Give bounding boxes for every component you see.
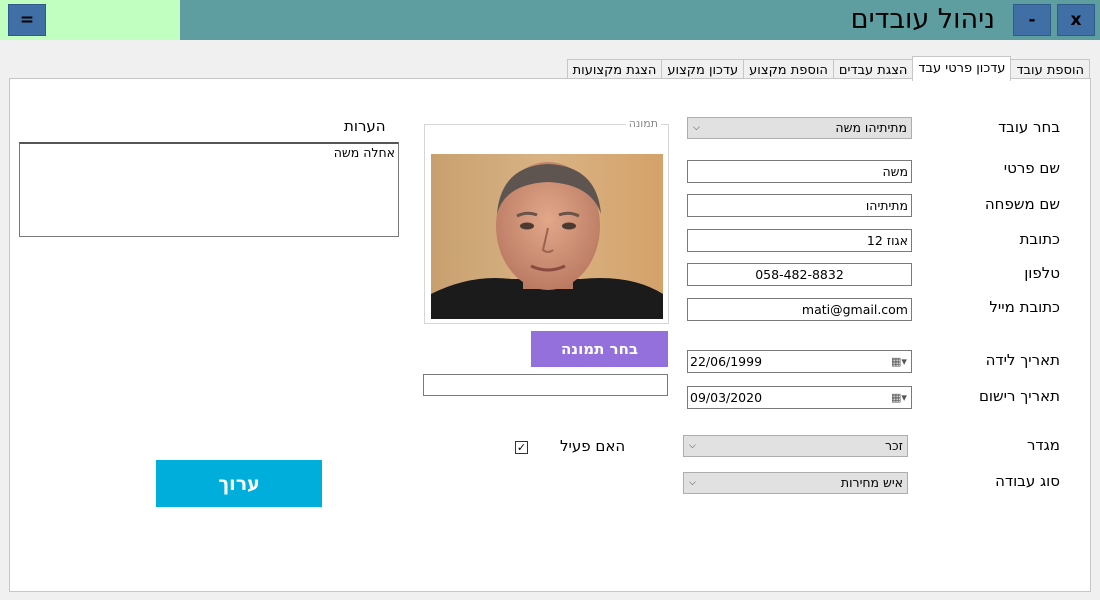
gender-label: מגדר bbox=[1026, 436, 1060, 454]
birth-date-value: 22/06/1999 bbox=[690, 354, 763, 369]
last-name-label: שם משפחה bbox=[984, 195, 1060, 213]
title-bar: = ניהול עובדים - x bbox=[0, 0, 1100, 40]
choose-photo-button[interactable]: בחר תמונה bbox=[531, 331, 668, 367]
app-title: ניהול עובדים bbox=[850, 4, 995, 35]
first-name-label: שם פרטי bbox=[1003, 159, 1060, 177]
checkbox-icon: ✓ bbox=[516, 441, 527, 454]
address-label: כתובת bbox=[1019, 230, 1060, 248]
photo-group: תמונה bbox=[424, 117, 669, 324]
chevron-down-icon: ⌵ bbox=[693, 123, 700, 133]
birth-date-label: תאריך לידה bbox=[985, 351, 1060, 369]
birth-date-picker[interactable]: 22/06/1999 ▦▾ bbox=[687, 350, 912, 373]
close-button[interactable]: x bbox=[1057, 4, 1095, 36]
active-label: האם פעיל bbox=[560, 437, 626, 455]
phone-label: טלפון bbox=[1024, 264, 1060, 282]
phone-input[interactable]: 058-482-8832 bbox=[687, 263, 912, 286]
email-label: כתובת מייל bbox=[989, 298, 1060, 316]
email-input[interactable]: mati@gmail.com bbox=[687, 298, 912, 321]
tab-panel: בחר עובד שם פרטי שם משפחה כתובת טלפון כת… bbox=[9, 78, 1091, 592]
chevron-down-icon: ⌵ bbox=[689, 441, 696, 451]
tab-update-employee[interactable]: עדכון פרטי עבד bbox=[912, 56, 1012, 81]
photo-path-input[interactable] bbox=[423, 374, 668, 396]
notes-textarea[interactable]: אחלה משה bbox=[19, 142, 399, 237]
employee-photo bbox=[431, 154, 663, 319]
select-employee-combobox[interactable]: מתיתיהו משה ⌵ bbox=[687, 117, 912, 139]
minimize-button[interactable]: - bbox=[1013, 4, 1051, 36]
job-type-value: איש מחירות bbox=[840, 475, 903, 490]
registration-date-value: 09/03/2020 bbox=[690, 390, 763, 405]
photo-group-label: תמונה bbox=[625, 117, 661, 130]
calendar-icon[interactable]: ▦▾ bbox=[891, 391, 907, 404]
menu-button[interactable]: = bbox=[8, 4, 46, 36]
registration-date-picker[interactable]: 09/03/2020 ▦▾ bbox=[687, 386, 912, 409]
calendar-icon[interactable]: ▦▾ bbox=[891, 355, 907, 368]
gender-value: זכר bbox=[885, 438, 903, 453]
chevron-down-icon: ⌵ bbox=[689, 478, 696, 488]
job-type-label: סוג עבודה bbox=[995, 472, 1060, 490]
active-checkbox[interactable]: ✓ bbox=[515, 441, 528, 454]
notes-label: הערות bbox=[344, 117, 386, 135]
first-name-input[interactable]: משה bbox=[687, 160, 912, 183]
edit-button[interactable]: ערוך bbox=[156, 460, 322, 507]
job-type-combobox[interactable]: איש מחירות ⌵ bbox=[683, 472, 908, 494]
registration-date-label: תאריך רישום bbox=[978, 387, 1060, 405]
address-input[interactable]: אגוז 12 bbox=[687, 229, 912, 252]
select-employee-label: בחר עובד bbox=[997, 118, 1060, 136]
select-employee-value: מתיתיהו משה bbox=[835, 120, 907, 135]
last-name-input[interactable]: מתיתיהו bbox=[687, 194, 912, 217]
gender-combobox[interactable]: זכר ⌵ bbox=[683, 435, 908, 457]
